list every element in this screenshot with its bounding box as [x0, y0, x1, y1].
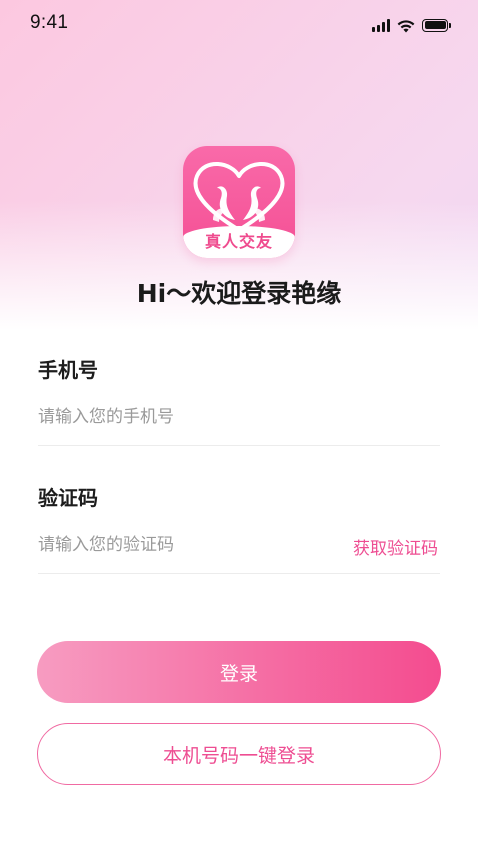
page-title: Hi～欢迎登录艳缘	[136, 279, 342, 308]
status-time: 9:41	[30, 12, 69, 33]
phone-input[interactable]	[38, 404, 438, 430]
one-key-login-button[interactable]: 本机号码一键登录	[37, 723, 441, 785]
code-label: 验证码	[38, 486, 98, 510]
app-logo: 真人交友	[183, 146, 295, 258]
one-key-login-label: 本机号码一键登录	[162, 744, 315, 767]
code-input[interactable]	[38, 532, 328, 558]
phone-divider	[38, 445, 440, 446]
status-bar: 9:41	[0, 0, 478, 50]
signal-icon	[372, 18, 390, 32]
get-code-button[interactable]: 获取验证码	[353, 534, 438, 559]
login-button[interactable]: 登录	[37, 641, 441, 703]
phone-label: 手机号	[38, 358, 98, 382]
wifi-icon	[397, 19, 415, 32]
battery-icon	[422, 18, 451, 32]
status-icons	[372, 15, 451, 35]
logo-text: 真人交友	[204, 232, 273, 251]
login-button-label: 登录	[219, 662, 258, 685]
code-divider	[38, 573, 440, 574]
